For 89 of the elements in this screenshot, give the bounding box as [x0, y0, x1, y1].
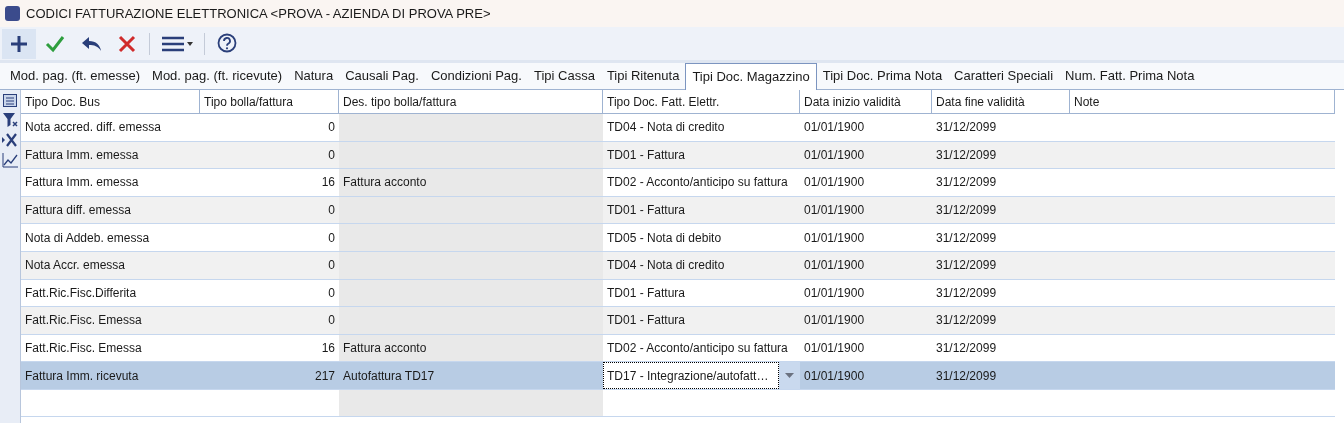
table-cell-text: 01/01/1900 — [804, 202, 865, 220]
table-cell-text: 31/12/2099 — [936, 202, 997, 220]
table-cell-text: TD05 - Nota di debito — [607, 229, 722, 247]
add-button[interactable] — [2, 28, 36, 59]
table-cell-text: Fattura Imm. ricevuta — [25, 367, 139, 385]
close-icon — [118, 34, 136, 53]
table-cell-text: Autofattura TD17 — [343, 367, 435, 385]
table-cell-text: 01/01/1900 — [804, 312, 865, 330]
table-cell-text: 01/01/1900 — [804, 119, 865, 137]
table-cell-text: 31/12/2099 — [936, 340, 997, 358]
table-cell-text: 31/12/2099 — [936, 229, 997, 247]
menu-icon — [161, 35, 184, 52]
caret-icon[interactable] — [785, 373, 794, 379]
table-cell-text: 01/01/1900 — [804, 146, 865, 164]
table-cell-text: 0 — [328, 284, 335, 302]
table-cell-text: 0 — [328, 146, 335, 164]
table-cell-text: 0 — [328, 119, 335, 137]
table-cell-text: TD04 - Nota di credito — [607, 257, 725, 275]
table-cell-text: 31/12/2099 — [936, 284, 997, 302]
table-cell-text: TD01 - Fattura — [607, 312, 686, 330]
table-cell-text: 31/12/2099 — [936, 312, 997, 330]
table-cell-text: Fattura acconto — [343, 340, 427, 358]
table-cell-text: TD01 - Fattura — [607, 284, 686, 302]
table-row[interactable]: Fatt.Ric.Fisc. Emessa 16 Fattura acconto TD02 - Acconto/anticipo su fattura 01/01/1900 31/12/2099 — [21, 334, 1335, 363]
check-icon — [45, 34, 65, 53]
table-cell-text: TD01 - Fattura — [607, 146, 686, 164]
list-icon[interactable] — [3, 94, 17, 107]
table-cell-text: TD01 - Fattura — [607, 202, 686, 220]
table-cell-text: 01/01/1900 — [804, 284, 865, 302]
tab[interactable]: Tipi Doc. Prima Nota — [816, 63, 949, 89]
table-row[interactable]: Fattura Imm. ricevuta 217 Autofattura TD17 TD17 - Integrazione/autofatt… 01/01/1900 31/12/2099 — [21, 362, 1335, 390]
tab[interactable]: Tipi Cassa — [527, 63, 601, 89]
window-title: CODICI FATTURAZIONE ELETTRONICA <PROVA - AZIENDA DI PROVA PRE> — [26, 4, 491, 23]
table-cell-text: 01/01/1900 — [804, 174, 865, 192]
tab[interactable]: Tipi Doc. Magazzino — [685, 63, 817, 90]
tab[interactable]: Num. Fatt. Prima Nota — [1059, 63, 1201, 89]
table-cell-text: TD04 - Nota di credito — [607, 119, 725, 137]
table-cell-text: Fattura diff. emessa — [25, 202, 131, 220]
table-cell-text: 01/01/1900 — [804, 340, 865, 358]
table-cell-text: 01/01/1900 — [804, 257, 865, 275]
table-cell-text: 16 — [321, 340, 335, 358]
tab[interactable]: Natura — [288, 63, 340, 89]
tab[interactable]: Caratteri Speciali — [948, 63, 1060, 89]
tab[interactable]: Tipi Ritenuta — [600, 63, 686, 89]
table-cell-text: Nota accred. diff. emessa — [25, 119, 161, 137]
table-cell-text: 31/12/2099 — [936, 367, 997, 385]
table-cell-text: 0 — [328, 229, 335, 247]
table-row[interactable]: Fattura Imm. emessa 0 TD01 - Fattura 01/01/1900 31/12/2099 — [21, 141, 1335, 170]
table-row[interactable]: Nota accred. diff. emessa 0 TD04 - Nota di credito 01/01/1900 31/12/2099 — [21, 114, 1335, 142]
plus-icon — [10, 34, 28, 53]
undo-icon — [80, 35, 102, 52]
table-row[interactable]: Nota Accr. emessa 0 TD04 - Nota di credito 01/01/1900 31/12/2099 — [21, 251, 1335, 280]
table-cell-text: Nota Accr. emessa — [25, 257, 126, 275]
filter-icon[interactable] — [2, 113, 18, 127]
tab[interactable]: Condizioni Pag. — [424, 63, 528, 89]
table-cell-text: 31/12/2099 — [936, 146, 997, 164]
table-cell-text: 16 — [321, 174, 335, 192]
tab[interactable]: Causali Pag. — [339, 63, 425, 89]
table-row[interactable]: Fattura diff. emessa 0 TD01 - Fattura 01/01/1900 31/12/2099 — [21, 196, 1335, 225]
table-row[interactable]: Fattura Imm. emessa 16 Fattura acconto TD02 - Acconto/anticipo su fattura 01/01/1900 31/12/2099 — [21, 169, 1335, 197]
table-cell-text: Fattura acconto — [343, 174, 427, 192]
table-cell-text: 31/12/2099 — [936, 257, 997, 275]
dropdown-field[interactable]: TD17 - Integrazione/autofatt… — [603, 362, 800, 390]
caret-icon — [186, 41, 193, 46]
tab[interactable]: Mod. pag. (ft. ricevute) — [146, 63, 289, 89]
table-cell-text: Fatt.Ric.Fisc.Differita — [25, 284, 137, 302]
table-row[interactable]: Fatt.Ric.Fisc.Differita 0 TD01 - Fattura 01/01/1900 31/12/2099 — [21, 279, 1335, 308]
table-row[interactable]: Fatt.Ric.Fisc. Emessa 0 TD01 - Fattura 01/01/1900 31/12/2099 — [21, 307, 1335, 335]
app-logo-icon — [5, 6, 20, 21]
table-cell-text: 0 — [328, 202, 335, 220]
table-cell-text: Fattura Imm. emessa — [25, 146, 139, 164]
table-cell-text: 31/12/2099 — [936, 119, 997, 137]
table-cell-text: TD02 - Acconto/anticipo su fattura — [607, 174, 788, 192]
table-cell-text: 31/12/2099 — [936, 174, 997, 192]
table-cell-text: 01/01/1900 — [804, 229, 865, 247]
table-cell-text: TD02 - Acconto/anticipo su fattura — [607, 340, 788, 358]
help-icon — [216, 32, 238, 55]
clear-filter-icon[interactable] — [2, 133, 18, 147]
table-cell-text: Fatt.Ric.Fisc. Emessa — [25, 312, 142, 330]
table-cell-text: 217 — [314, 367, 335, 385]
table-row[interactable]: Nota di Addeb. emessa 0 TD05 - Nota di debito 01/01/1900 31/12/2099 — [21, 224, 1335, 252]
table-cell-text: 0 — [328, 312, 335, 330]
table-cell-text: Nota di Addeb. emessa — [25, 229, 150, 247]
table-cell-text: Fattura Imm. emessa — [25, 174, 139, 192]
tab[interactable]: Mod. pag. (ft. emesse) — [4, 63, 147, 89]
chart-icon[interactable] — [2, 153, 18, 168]
table-cell-text: 01/01/1900 — [804, 367, 865, 385]
table-cell-text: 0 — [328, 257, 335, 275]
table-cell-text: Fatt.Ric.Fisc. Emessa — [25, 340, 142, 358]
